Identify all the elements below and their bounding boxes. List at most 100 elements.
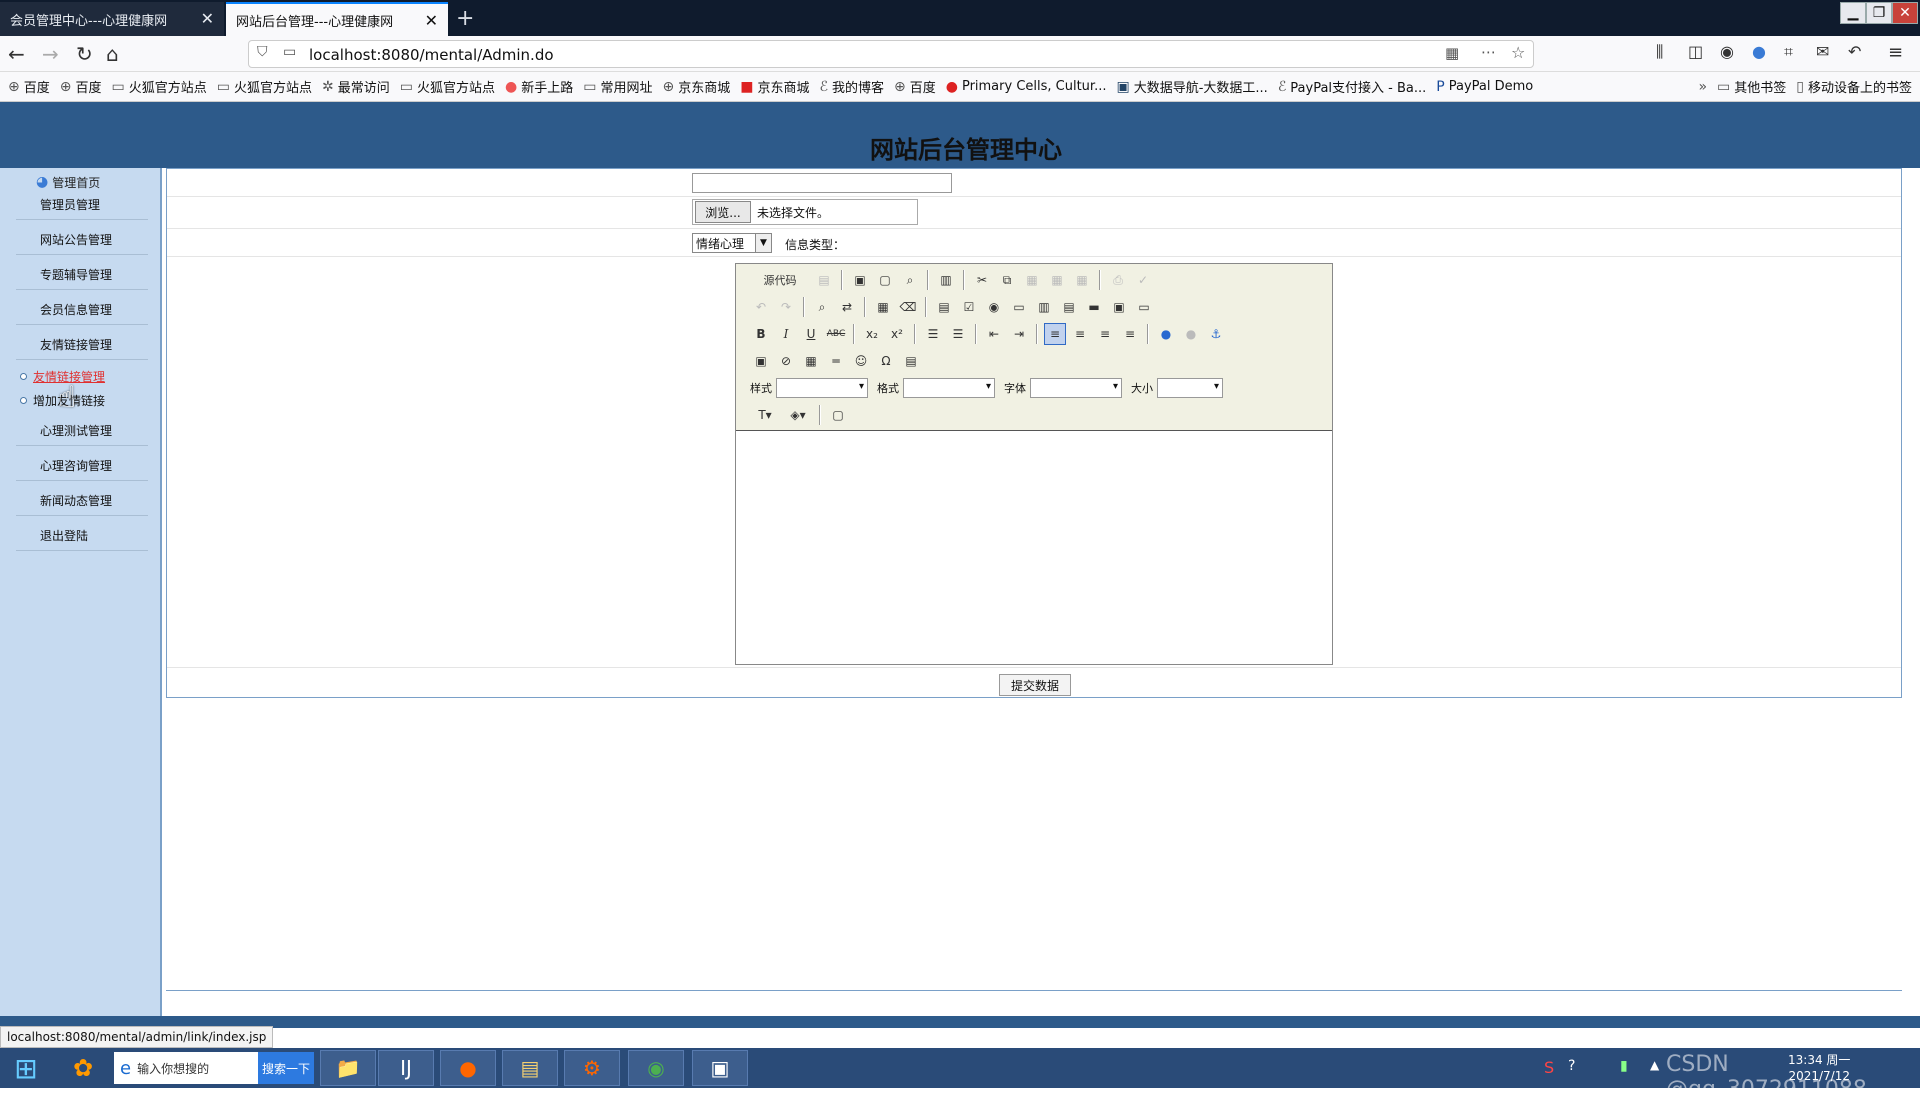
anchor-icon[interactable]: ⚓ bbox=[1205, 323, 1227, 345]
globe-icon[interactable]: ● bbox=[1752, 42, 1766, 61]
preview-icon[interactable]: ⌕ bbox=[899, 269, 921, 291]
paste-word-icon[interactable]: ▦ bbox=[1071, 269, 1093, 291]
format-dropdown[interactable]: 格式 bbox=[877, 378, 995, 398]
battery-icon[interactable]: ▮ bbox=[1620, 1058, 1628, 1074]
qr-code-icon[interactable]: ▦ bbox=[1445, 44, 1459, 62]
bulleted-list-icon[interactable]: ☰ bbox=[947, 323, 969, 345]
numbered-list-icon[interactable]: ☰ bbox=[922, 323, 944, 345]
bookmark[interactable]: ⊕ 百度 bbox=[8, 77, 50, 97]
link-icon[interactable]: ● bbox=[1155, 323, 1177, 345]
editor-content-area[interactable] bbox=[736, 430, 1332, 664]
radio-icon[interactable]: ◉ bbox=[983, 296, 1005, 318]
new-page-icon[interactable]: ▢ bbox=[874, 269, 896, 291]
bookmarks-overflow-icon[interactable]: » bbox=[1698, 79, 1707, 95]
sidebar-item-news[interactable]: 新闻动态管理 bbox=[16, 486, 148, 516]
bookmark[interactable]: ▭ 火狐官方站点 bbox=[217, 77, 312, 97]
close-tab-icon[interactable]: ✕ bbox=[425, 11, 438, 30]
superscript-icon[interactable]: x² bbox=[886, 323, 908, 345]
sidebar-item-links[interactable]: 友情链接管理 bbox=[16, 330, 148, 360]
document-icon[interactable]: ▤ bbox=[813, 269, 835, 291]
sidebar-item-consult[interactable]: 心理咨询管理 bbox=[16, 451, 148, 481]
align-left-icon[interactable]: ≡ bbox=[1044, 323, 1066, 345]
chat-icon[interactable]: ✉ bbox=[1816, 42, 1829, 61]
special-char-icon[interactable]: Ω bbox=[875, 350, 897, 372]
textfield-icon[interactable]: ▭ bbox=[1008, 296, 1030, 318]
templates-icon[interactable]: ▥ bbox=[935, 269, 957, 291]
forward-icon[interactable]: → bbox=[42, 42, 59, 66]
bookmark[interactable]: ⊕ 百度 bbox=[894, 77, 936, 97]
bookmark[interactable]: P PayPal Demo bbox=[1436, 79, 1533, 95]
remote-app-icon[interactable]: ▣ bbox=[692, 1050, 748, 1086]
account-icon[interactable]: ◉ bbox=[1720, 42, 1734, 61]
close-tab-icon[interactable]: ✕ bbox=[201, 9, 214, 28]
firefox-icon[interactable]: ● bbox=[440, 1050, 496, 1086]
style-dropdown[interactable]: 样式 bbox=[750, 378, 868, 398]
unlink-icon[interactable]: ● bbox=[1180, 323, 1202, 345]
textarea-icon[interactable]: ▥ bbox=[1033, 296, 1055, 318]
strikethrough-icon[interactable]: ABC bbox=[825, 323, 847, 345]
app-icon[interactable]: ✿ bbox=[58, 1050, 108, 1086]
sogou-icon[interactable]: S bbox=[1544, 1058, 1554, 1077]
select-field-icon[interactable]: ▤ bbox=[1058, 296, 1080, 318]
subscript-icon[interactable]: x₂ bbox=[861, 323, 883, 345]
more-icon[interactable]: ⋯ bbox=[1481, 43, 1496, 61]
close-window-icon[interactable]: ✕ bbox=[1892, 2, 1918, 24]
start-button[interactable]: ⊞ bbox=[6, 1050, 46, 1086]
align-center-icon[interactable]: ≡ bbox=[1069, 323, 1091, 345]
sidebar-item-members[interactable]: 会员信息管理 bbox=[16, 295, 148, 325]
file-input[interactable]: 浏览... 未选择文件。 bbox=[692, 199, 918, 225]
remove-format-icon[interactable]: ⌫ bbox=[897, 296, 919, 318]
tray-arrow-icon[interactable]: ▲ bbox=[1650, 1058, 1659, 1072]
select-all-icon[interactable]: ▦ bbox=[872, 296, 894, 318]
taskbar-search-input[interactable]: e 输入你想搜的 bbox=[114, 1052, 258, 1084]
explorer-icon[interactable]: 📁 bbox=[320, 1050, 376, 1086]
form-icon[interactable]: ▤ bbox=[933, 296, 955, 318]
sidebar-item-tutoring[interactable]: 专题辅导管理 bbox=[16, 260, 148, 290]
help-icon[interactable]: ? bbox=[1568, 1058, 1575, 1074]
crop-icon[interactable]: ⌗ bbox=[1784, 42, 1793, 62]
hidden-field-icon[interactable]: ▭ bbox=[1133, 296, 1155, 318]
replace-icon[interactable]: ⇄ bbox=[836, 296, 858, 318]
reload-icon[interactable]: ↻ bbox=[76, 42, 93, 66]
paste-text-icon[interactable]: ▦ bbox=[1046, 269, 1068, 291]
tab-member-center[interactable]: 会员管理中心---心理健康网 ✕ bbox=[0, 2, 224, 36]
bookmark[interactable]: ● 新手上路 bbox=[505, 77, 573, 97]
page-break-icon[interactable]: ▤ bbox=[900, 350, 922, 372]
url-bar[interactable]: ⛉ ▭ localhost:8080/mental/Admin.do ▦ ⋯ ☆ bbox=[248, 40, 1534, 68]
save-icon[interactable]: ▣ bbox=[849, 269, 871, 291]
sidebar-item-logout[interactable]: 退出登陆 bbox=[16, 521, 148, 551]
bookmark[interactable]: ✲ 最常访问 bbox=[322, 77, 390, 97]
copy-icon[interactable]: ⧉ bbox=[996, 269, 1018, 291]
bookmark[interactable]: ℰ 我的博客 bbox=[819, 77, 884, 97]
bookmark[interactable]: ℰ PayPal支付接入 - Ba... bbox=[1278, 77, 1426, 97]
home-icon[interactable]: ⌂ bbox=[106, 42, 119, 66]
paste-icon[interactable]: ▦ bbox=[1021, 269, 1043, 291]
undo-icon[interactable]: ↶ bbox=[750, 296, 772, 318]
text-color-icon[interactable]: T▾ bbox=[750, 404, 780, 426]
button-field-icon[interactable]: ▬ bbox=[1083, 296, 1105, 318]
sidebar-item-admins[interactable]: 管理员管理 bbox=[16, 190, 148, 220]
bookmark[interactable]: ⊕ 百度 bbox=[60, 77, 102, 97]
bookmark[interactable]: ▭ 火狐官方站点 bbox=[400, 77, 495, 97]
align-right-icon[interactable]: ≡ bbox=[1094, 323, 1116, 345]
bookmark[interactable]: ▭ 常用网址 bbox=[583, 77, 652, 97]
minimize-icon[interactable]: ▁ bbox=[1840, 2, 1866, 24]
find-icon[interactable]: ⌕ bbox=[811, 296, 833, 318]
print-icon[interactable]: ⎙ bbox=[1107, 269, 1129, 291]
source-button[interactable]: 源代码 bbox=[750, 269, 810, 291]
font-dropdown[interactable]: 字体 bbox=[1004, 378, 1122, 398]
table-icon[interactable]: ▦ bbox=[800, 350, 822, 372]
bold-button[interactable]: B bbox=[750, 323, 772, 345]
file-manager-icon[interactable]: ▤ bbox=[502, 1050, 558, 1086]
bookmark-folder-mobile[interactable]: ▯ 移动设备上的书签 bbox=[1796, 77, 1912, 97]
flash-icon[interactable]: ⊘ bbox=[775, 350, 797, 372]
bookmark-folder-other[interactable]: ▭ 其他书签 bbox=[1717, 77, 1786, 97]
library-icon[interactable]: ⫼ bbox=[1656, 42, 1663, 62]
star-icon[interactable]: ☆ bbox=[1511, 43, 1525, 62]
menu-icon[interactable]: ≡ bbox=[1888, 42, 1903, 63]
underline-button[interactable]: U bbox=[800, 323, 822, 345]
url-text[interactable]: localhost:8080/mental/Admin.do bbox=[309, 46, 554, 64]
italic-button[interactable]: I bbox=[775, 323, 797, 345]
align-justify-icon[interactable]: ≡ bbox=[1119, 323, 1141, 345]
horizontal-rule-icon[interactable]: ═ bbox=[825, 350, 847, 372]
